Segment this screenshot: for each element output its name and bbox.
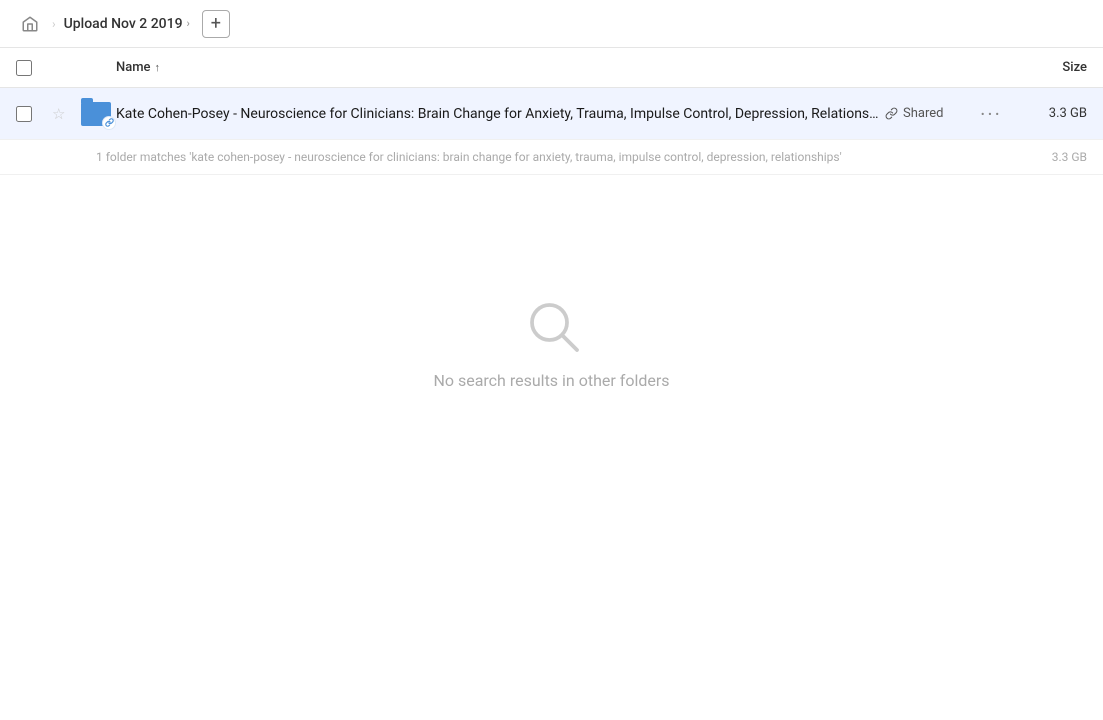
empty-state: No search results in other folders bbox=[0, 295, 1103, 390]
folder-icon-col bbox=[80, 100, 116, 128]
folder-icon bbox=[80, 100, 112, 128]
file-name: Kate Cohen-Posey - Neuroscience for Clin… bbox=[116, 106, 885, 122]
sort-arrow-icon: ↑ bbox=[155, 61, 161, 74]
match-note-text: 1 folder matches 'kate cohen-posey - neu… bbox=[96, 150, 842, 164]
breadcrumb-separator: › bbox=[52, 17, 56, 31]
match-note: 1 folder matches 'kate cohen-posey - neu… bbox=[0, 140, 1103, 175]
breadcrumb-item-upload[interactable]: Upload Nov 2 2019 › bbox=[64, 16, 190, 32]
table-row[interactable]: ☆ Kate Cohen-Posey - Neuroscience for Cl… bbox=[0, 88, 1103, 140]
more-options-button[interactable]: ··· bbox=[975, 104, 1007, 124]
shared-badge: Shared bbox=[885, 106, 975, 121]
row-checkbox-col[interactable] bbox=[16, 106, 52, 122]
ellipsis-icon: ··· bbox=[980, 104, 1002, 124]
home-button[interactable] bbox=[16, 10, 44, 38]
star-button[interactable]: ☆ bbox=[52, 105, 80, 123]
no-results-search-icon bbox=[522, 295, 582, 355]
match-note-size: 3.3 GB bbox=[1052, 150, 1087, 164]
header-checkbox-col bbox=[16, 60, 52, 76]
select-all-checkbox[interactable] bbox=[16, 60, 32, 76]
size-column-header: Size bbox=[1007, 60, 1087, 75]
star-icon: ☆ bbox=[52, 105, 65, 123]
link-badge-icon bbox=[102, 116, 116, 130]
breadcrumb-bar: › Upload Nov 2 2019 › + bbox=[0, 0, 1103, 48]
add-button[interactable]: + bbox=[202, 10, 230, 38]
chevron-icon: › bbox=[187, 17, 190, 30]
row-checkbox[interactable] bbox=[16, 106, 32, 122]
file-size: 3.3 GB bbox=[1007, 106, 1087, 121]
link-icon bbox=[885, 107, 898, 120]
table-header: Name ↑ Size bbox=[0, 48, 1103, 88]
breadcrumb-label: Upload Nov 2 2019 bbox=[64, 16, 183, 32]
no-results-text: No search results in other folders bbox=[433, 371, 669, 390]
name-column-header[interactable]: Name ↑ bbox=[116, 60, 1007, 75]
